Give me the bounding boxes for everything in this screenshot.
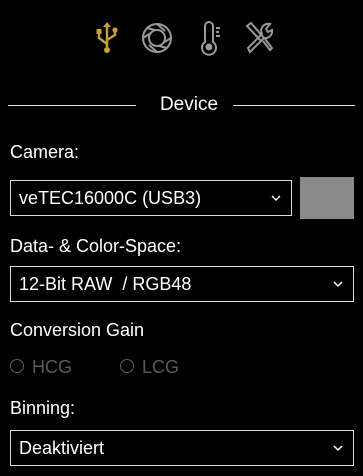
camera-select[interactable]: veTEC16000C (USB3) xyxy=(10,180,292,216)
device-section-header: Device xyxy=(8,92,355,118)
colorspace-label: Data- & Color-Space: xyxy=(10,236,182,256)
divider xyxy=(233,105,355,106)
device-settings-panel: Device Camera: veTEC16000C (USB3) Data- … xyxy=(0,0,363,476)
thermometer-icon[interactable] xyxy=(190,18,228,56)
usb-icon[interactable] xyxy=(88,18,126,56)
divider xyxy=(8,105,136,106)
colorspace-select[interactable]: 12-Bit RAW / RGB48 xyxy=(10,266,354,302)
chevron-down-icon xyxy=(271,193,281,203)
tools-icon[interactable] xyxy=(240,18,278,56)
binning-select[interactable]: Deaktiviert xyxy=(10,430,354,466)
radio-circle-icon xyxy=(120,359,134,373)
section-title: Device xyxy=(159,94,219,115)
aperture-icon[interactable] xyxy=(138,18,176,56)
binning-select-value: Deaktiviert xyxy=(19,438,105,458)
tab-bar xyxy=(0,14,363,64)
conversion-gain-label: Conversion Gain xyxy=(10,320,145,340)
camera-label: Camera: xyxy=(10,142,80,162)
binning-label: Binning: xyxy=(10,398,76,418)
colorspace-select-value: 12-Bit RAW / RGB48 xyxy=(19,274,192,294)
radio-circle-icon xyxy=(10,359,24,373)
camera-select-value: veTEC16000C (USB3) xyxy=(19,188,202,208)
chevron-down-icon xyxy=(333,279,343,289)
camera-color-swatch[interactable] xyxy=(300,177,354,219)
hcg-label: HCG xyxy=(32,357,72,377)
chevron-down-icon xyxy=(333,443,343,453)
lcg-label: LCG xyxy=(142,357,180,377)
